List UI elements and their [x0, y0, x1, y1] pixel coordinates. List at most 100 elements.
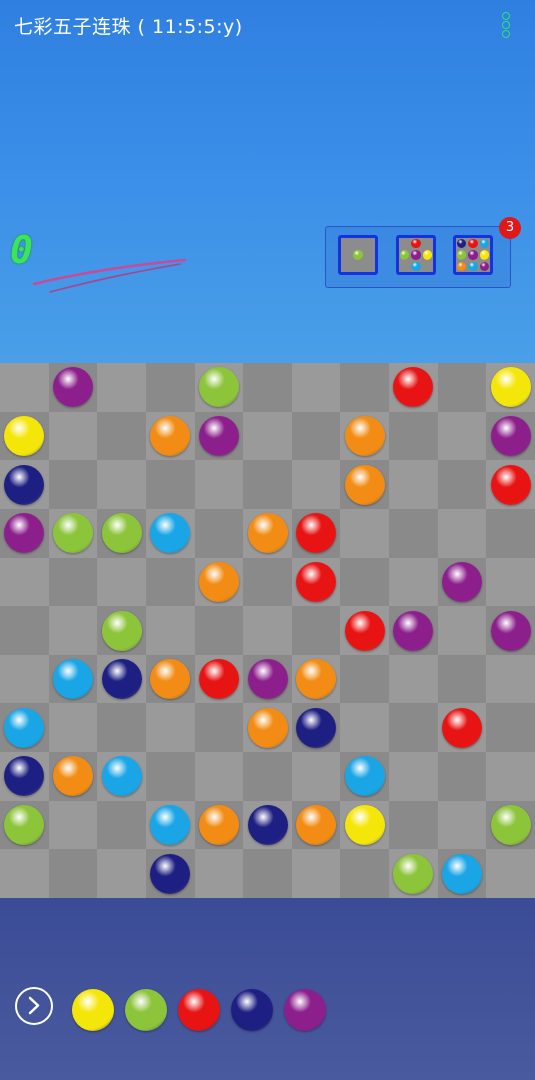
board-cell[interactable]	[0, 363, 49, 412]
board-cell[interactable]	[340, 508, 390, 558]
ball-green[interactable]	[52, 513, 93, 554]
ball-navy[interactable]	[247, 805, 288, 846]
board-cell[interactable]	[291, 752, 341, 802]
board-cell[interactable]	[291, 849, 341, 899]
ball-blue[interactable]	[442, 853, 483, 894]
board-cell[interactable]	[437, 363, 487, 412]
ball-yellow[interactable]	[344, 805, 385, 846]
board-cell[interactable]	[340, 654, 390, 704]
board-cell[interactable]	[291, 606, 341, 656]
ball-orange[interactable]	[296, 805, 337, 846]
ball-blue[interactable]	[150, 805, 191, 846]
board-cell[interactable]	[0, 654, 49, 704]
board-cell[interactable]	[97, 411, 147, 461]
board-cell[interactable]	[340, 557, 390, 607]
ball-purple[interactable]	[393, 610, 434, 651]
board-cell[interactable]	[97, 800, 147, 850]
board-cell[interactable]	[243, 752, 293, 802]
ball-orange[interactable]	[344, 415, 385, 456]
ball-orange[interactable]	[344, 464, 385, 505]
ball-yellow[interactable]	[490, 367, 531, 408]
ball-red[interactable]	[344, 610, 385, 651]
board-cell[interactable]	[145, 557, 195, 607]
board-cell[interactable]	[243, 606, 293, 656]
board-cell[interactable]	[389, 654, 439, 704]
board-cell[interactable]	[243, 557, 293, 607]
board-cell[interactable]	[243, 849, 293, 899]
board-cell[interactable]	[145, 606, 195, 656]
board-cell[interactable]	[145, 752, 195, 802]
board-cell[interactable]	[48, 557, 98, 607]
board-cell[interactable]	[97, 703, 147, 753]
ball-navy[interactable]	[150, 853, 191, 894]
board-cell[interactable]	[437, 411, 487, 461]
chevron-right-circle-icon[interactable]	[15, 987, 53, 1025]
board-cell[interactable]	[291, 411, 341, 461]
board-cell[interactable]	[486, 703, 535, 753]
ball-orange[interactable]	[198, 805, 239, 846]
board-cell[interactable]	[48, 460, 98, 510]
mode-five-ball-button[interactable]	[396, 235, 436, 275]
board-cell[interactable]	[194, 752, 244, 802]
board-cell[interactable]	[194, 460, 244, 510]
ball-orange[interactable]	[247, 513, 288, 554]
ball-red[interactable]	[442, 707, 483, 748]
ball-blue[interactable]	[52, 659, 93, 700]
ball-orange[interactable]	[150, 415, 191, 456]
ball-orange[interactable]	[198, 561, 239, 602]
game-board[interactable]	[0, 363, 535, 899]
board-cell[interactable]	[145, 703, 195, 753]
board-cell[interactable]	[48, 800, 98, 850]
ball-red[interactable]	[198, 659, 239, 700]
board-cell[interactable]	[389, 508, 439, 558]
board-cell[interactable]	[437, 606, 487, 656]
board-cell[interactable]	[194, 703, 244, 753]
board-cell[interactable]	[194, 606, 244, 656]
board-cell[interactable]	[437, 654, 487, 704]
board-cell[interactable]	[243, 460, 293, 510]
board-cell[interactable]	[97, 363, 147, 412]
board-cell[interactable]	[437, 460, 487, 510]
board-cell[interactable]	[340, 703, 390, 753]
ball-blue[interactable]	[4, 707, 45, 748]
board-cell[interactable]	[486, 557, 535, 607]
mode-single-ball-button[interactable]	[338, 235, 378, 275]
board-cell[interactable]	[48, 411, 98, 461]
board-cell[interactable]	[291, 460, 341, 510]
board-cell[interactable]	[437, 800, 487, 850]
board-cell[interactable]	[97, 460, 147, 510]
board-cell[interactable]	[340, 849, 390, 899]
board-cell[interactable]	[48, 606, 98, 656]
ball-purple[interactable]	[198, 415, 239, 456]
board-cell[interactable]	[48, 703, 98, 753]
ball-purple[interactable]	[442, 561, 483, 602]
board-cell[interactable]	[389, 752, 439, 802]
ball-red[interactable]	[490, 464, 531, 505]
ball-green[interactable]	[393, 853, 434, 894]
ball-green[interactable]	[101, 610, 142, 651]
board-cell[interactable]	[48, 849, 98, 899]
ball-green[interactable]	[198, 367, 239, 408]
ball-navy[interactable]	[4, 464, 45, 505]
ball-navy[interactable]	[101, 659, 142, 700]
board-cell[interactable]	[243, 411, 293, 461]
board-cell[interactable]	[389, 557, 439, 607]
ball-purple[interactable]	[490, 610, 531, 651]
ball-blue[interactable]	[344, 756, 385, 797]
board-cell[interactable]	[437, 752, 487, 802]
board-cell[interactable]	[0, 557, 49, 607]
board-cell[interactable]	[97, 557, 147, 607]
board-cell[interactable]	[486, 654, 535, 704]
ball-red[interactable]	[296, 561, 337, 602]
board-cell[interactable]	[389, 460, 439, 510]
board-cell[interactable]	[194, 508, 244, 558]
board-cell[interactable]	[243, 363, 293, 412]
board-cell[interactable]	[486, 849, 535, 899]
board-cell[interactable]	[291, 363, 341, 412]
board-cell[interactable]	[486, 508, 535, 558]
ball-purple[interactable]	[490, 415, 531, 456]
vertical-ellipsis-icon[interactable]	[499, 12, 513, 40]
board-cell[interactable]	[340, 363, 390, 412]
ball-orange[interactable]	[247, 707, 288, 748]
ball-orange[interactable]	[296, 659, 337, 700]
